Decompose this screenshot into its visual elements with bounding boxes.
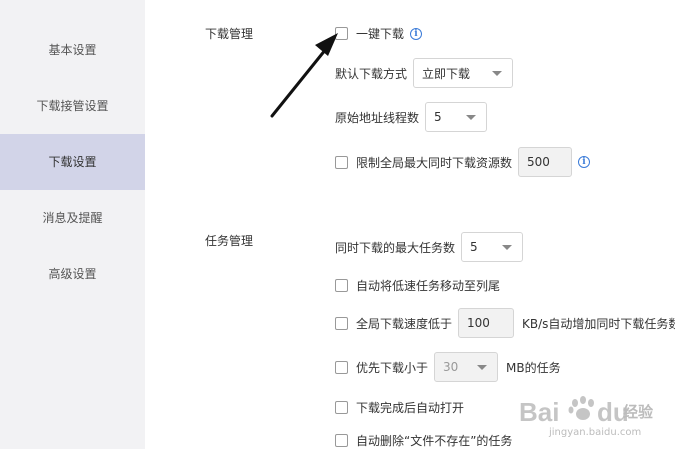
speed-below-label: 全局下载速度低于 [356, 316, 453, 331]
chevron-down-icon [492, 70, 503, 76]
default-mode-value: 立即下载 [422, 66, 471, 81]
default-mode-label: 默认下载方式 [335, 66, 408, 81]
sidebar-item-download-takeover[interactable]: 下载接管设置 [0, 78, 145, 134]
default-mode-row: 默认下载方式 立即下载 [335, 58, 514, 88]
limit-resources-input[interactable]: 500 [518, 147, 573, 177]
speed-below-input[interactable]: 100 [458, 308, 515, 338]
sidebar-item-notifications[interactable]: 消息及提醒 [0, 190, 145, 246]
auto-open-checkbox[interactable] [335, 401, 348, 414]
move-slow-checkbox[interactable] [335, 279, 348, 292]
speed-below-row: 全局下载速度低于 100 KB/s自动增加同时下载任务数 [335, 308, 675, 338]
speed-below-suffix: KB/s自动增加同时下载任务数 [522, 316, 675, 331]
task-management-title: 任务管理 [205, 234, 254, 248]
auto-delete-row: 自动删除“文件不存在”的任务 [335, 432, 512, 449]
limit-resources-checkbox[interactable] [335, 155, 348, 169]
chevron-down-icon [502, 244, 513, 250]
one-click-download-label: 一键下载 [356, 27, 405, 41]
prefer-small-row: 优先下载小于 30 MB的任务 [335, 352, 561, 382]
svg-text:Bai: Bai [519, 397, 559, 427]
settings-panel: 下载管理 一键下载 i 默认下载方式 立即下载 原始地址线程数 5 限制全局最大… [145, 0, 675, 449]
max-tasks-select[interactable]: 5 [461, 232, 524, 262]
thread-count-value: 5 [434, 110, 442, 124]
sidebar-item-advanced[interactable]: 高级设置 [0, 246, 145, 302]
max-tasks-row: 同时下载的最大任务数 5 [335, 232, 524, 262]
limit-resources-label: 限制全局最大同时下载资源数 [356, 155, 513, 170]
baidu-watermark: Bai du 经验 jingyan.baidu.com [519, 383, 669, 443]
one-click-download-checkbox[interactable] [335, 27, 348, 40]
limit-resources-row: 限制全局最大同时下载资源数 500 i [335, 147, 591, 177]
sidebar-item-basic[interactable]: 基本设置 [0, 22, 145, 78]
one-click-download-row: 一键下载 i [335, 25, 423, 42]
auto-delete-label: 自动删除“文件不存在”的任务 [356, 434, 513, 448]
prefer-small-select[interactable]: 30 [434, 352, 499, 382]
info-icon[interactable]: i [578, 156, 591, 168]
move-slow-row: 自动将低速任务移动至列尾 [335, 277, 500, 294]
sidebar-item-download-settings[interactable]: 下载设置 [0, 134, 145, 190]
auto-delete-checkbox[interactable] [335, 434, 348, 447]
watermark-url: jingyan.baidu.com [549, 427, 642, 438]
auto-open-row: 下载完成后自动打开 [335, 399, 464, 416]
chevron-down-icon [477, 364, 488, 370]
chevron-down-icon [466, 114, 477, 120]
prefer-small-suffix: MB的任务 [506, 360, 561, 375]
move-slow-label: 自动将低速任务移动至列尾 [356, 279, 501, 293]
watermark-label: 经验 [623, 403, 654, 421]
auto-open-label: 下载完成后自动打开 [356, 401, 465, 415]
sidebar: 基本设置 下载接管设置 下载设置 消息及提醒 高级设置 [0, 0, 145, 449]
thread-count-row: 原始地址线程数 5 [335, 102, 488, 132]
speed-below-checkbox[interactable] [335, 316, 348, 330]
prefer-small-checkbox[interactable] [335, 360, 348, 374]
info-icon[interactable]: i [410, 27, 423, 40]
thread-count-label: 原始地址线程数 [335, 110, 420, 125]
max-tasks-value: 5 [470, 240, 478, 254]
prefer-small-label: 优先下载小于 [356, 360, 429, 375]
max-tasks-label: 同时下载的最大任务数 [335, 240, 456, 255]
thread-count-select[interactable]: 5 [425, 102, 488, 132]
default-mode-select[interactable]: 立即下载 [413, 58, 514, 88]
prefer-small-value: 30 [443, 360, 459, 374]
download-management-title: 下载管理 [205, 27, 254, 41]
